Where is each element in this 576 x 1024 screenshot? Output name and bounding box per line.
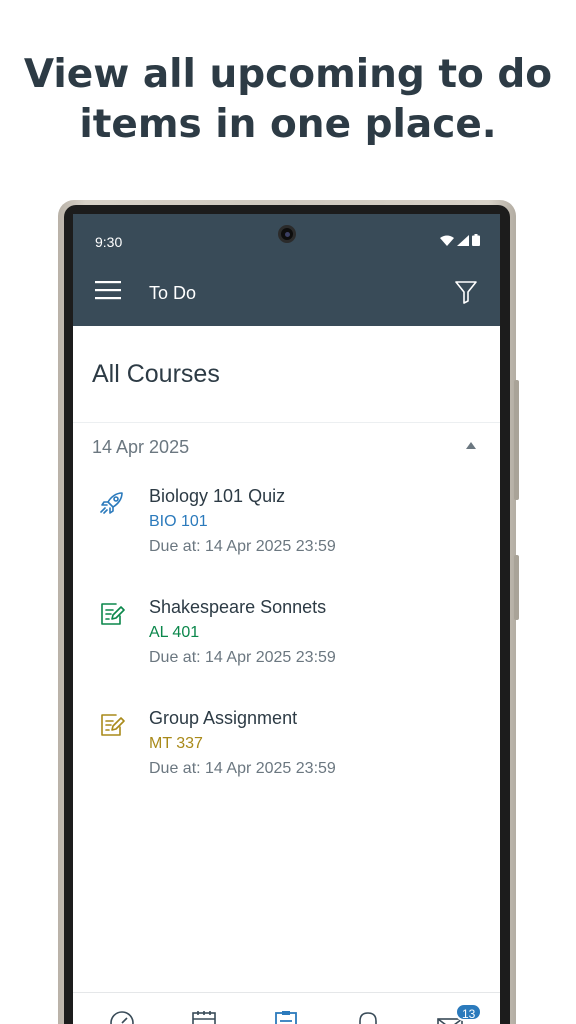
headline-line-1: View all upcoming to do xyxy=(23,52,553,97)
promo-headline: View all upcoming to do items in one pla… xyxy=(0,50,576,150)
filter-icon xyxy=(455,281,477,304)
phone-power-button xyxy=(514,555,519,620)
status-icons xyxy=(440,234,480,246)
status-bar: 9:30 xyxy=(73,214,500,260)
todo-item[interactable]: Shakespeare Sonnets AL 401 Due at: 14 Ap… xyxy=(73,597,500,697)
bottom-navigation: 13 xyxy=(73,992,500,1024)
wifi-icon xyxy=(440,235,454,246)
assignment-icon xyxy=(101,714,125,736)
assignment-icon xyxy=(101,603,125,625)
battery-icon xyxy=(472,234,480,246)
todo-item-title: Biology 101 Quiz xyxy=(149,486,286,506)
inbox-unread-badge: 13 xyxy=(455,1003,483,1021)
rocket-quiz-icon xyxy=(100,492,123,514)
todo-item-course: AL 401 xyxy=(149,624,200,641)
filter-button[interactable] xyxy=(454,280,480,306)
nav-todo[interactable] xyxy=(273,1009,301,1024)
status-time: 9:30 xyxy=(95,234,123,250)
calendar-icon xyxy=(192,1011,216,1024)
phone-screen: 9:30 To Do All Courses 14 Apr 2025 Biolo… xyxy=(73,214,500,1024)
todo-item-course: BIO 101 xyxy=(149,513,208,530)
page-title: All Courses xyxy=(92,360,220,388)
notifications-icon xyxy=(359,1012,377,1024)
collapse-caret-icon xyxy=(466,442,476,449)
todo-item-due: Due at: 14 Apr 2025 23:59 xyxy=(149,538,336,555)
todo-item-course: MT 337 xyxy=(149,735,203,752)
hamburger-menu-icon xyxy=(95,281,121,300)
nav-dashboard[interactable] xyxy=(109,1009,137,1024)
date-group-label: 14 Apr 2025 xyxy=(92,437,190,457)
todo-item-due: Due at: 14 Apr 2025 23:59 xyxy=(149,649,336,666)
todo-icon xyxy=(275,1011,297,1024)
todo-item-title: Group Assignment xyxy=(149,708,298,728)
headline-line-2: items in one place. xyxy=(79,102,497,147)
nav-notifications[interactable] xyxy=(355,1009,383,1024)
nav-calendar[interactable] xyxy=(191,1009,219,1024)
phone-volume-button xyxy=(514,380,519,500)
app-bar-title: To Do xyxy=(149,283,197,303)
divider xyxy=(73,422,500,423)
todo-item[interactable]: Group Assignment MT 337 Due at: 14 Apr 2… xyxy=(73,708,500,808)
todo-item-title: Shakespeare Sonnets xyxy=(149,597,327,617)
app-bar: To Do xyxy=(73,260,500,326)
front-camera xyxy=(278,225,296,243)
todo-item-due: Due at: 14 Apr 2025 23:59 xyxy=(149,760,336,777)
todo-item[interactable]: Biology 101 Quiz BIO 101 Due at: 14 Apr … xyxy=(73,486,500,586)
date-group-header[interactable]: 14 Apr 2025 xyxy=(73,424,500,470)
dashboard-icon xyxy=(110,1011,134,1024)
hamburger-menu-button[interactable] xyxy=(95,280,125,306)
signal-icon xyxy=(457,234,469,246)
